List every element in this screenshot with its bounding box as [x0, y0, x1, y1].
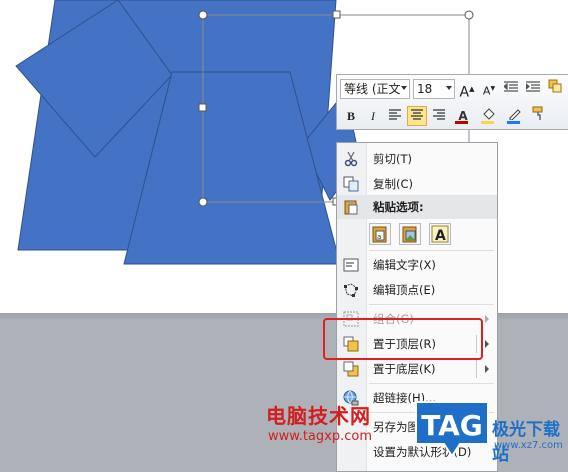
font-color-button[interactable]: A — [451, 106, 475, 126]
submenu-arrow-icon — [485, 340, 489, 348]
menu-separator — [369, 383, 494, 384]
grow-font-button[interactable]: A▲ — [457, 79, 477, 101]
align-left-icon — [389, 109, 401, 120]
shrink-font-button[interactable]: A▼ — [479, 79, 499, 99]
edit-text-icon — [343, 258, 359, 272]
menu-separator — [369, 250, 494, 251]
increase-indent-icon — [525, 81, 540, 92]
submenu-arrow-icon — [485, 365, 489, 373]
fill-color-button[interactable] — [477, 106, 501, 126]
paste-options-header: 粘贴选项: — [337, 195, 497, 219]
submenu-divider — [476, 360, 477, 378]
paste-text-only-icon: A — [431, 225, 449, 244]
paste-keep-source-button[interactable]: a — [369, 223, 391, 245]
shape-style-button[interactable] — [545, 79, 565, 99]
paste-picture-button[interactable] — [399, 223, 421, 245]
font-name-value: 等线 (正文 — [344, 82, 401, 96]
paste-text-only-button[interactable]: A — [429, 223, 451, 245]
decrease-indent-button[interactable] — [501, 79, 521, 99]
format-painter-icon — [532, 106, 543, 120]
svg-text:A: A — [435, 228, 446, 244]
fill-color-bar — [481, 121, 494, 124]
watermark-site-name: 电脑技术网 — [266, 404, 371, 428]
resize-handle-w[interactable] — [198, 103, 207, 112]
paint-bucket-icon — [483, 108, 495, 120]
resize-handle-n[interactable] — [332, 10, 341, 19]
resize-handle-sw[interactable] — [198, 197, 208, 207]
paste-picture-icon — [402, 226, 417, 243]
font-size-value: 18 — [417, 82, 433, 96]
copy-icon — [343, 176, 359, 192]
mini-toolbar: 等线 (正文 18 A▲ A▼ B I A — [336, 74, 568, 130]
resize-handle-nw[interactable] — [198, 10, 208, 20]
menu-item-copy[interactable]: 复制(C) — [337, 172, 497, 196]
watermark-download-url: www.xz7.com — [494, 440, 563, 451]
align-right-button[interactable] — [429, 106, 449, 126]
menu-item-send-to-back-label: 置于底层(K) — [373, 362, 436, 376]
shape-style-icon — [548, 79, 562, 93]
tag-logo: TAG — [415, 401, 489, 458]
menu-item-edit-text[interactable]: 编辑文字(X) — [337, 253, 497, 277]
send-to-back-icon — [343, 361, 359, 377]
outline-color-button[interactable] — [503, 106, 527, 126]
outline-color-bar — [507, 121, 520, 124]
menu-item-cut-label: 剪切(T) — [373, 152, 412, 166]
menu-item-send-to-back[interactable]: 置于底层(K) — [337, 357, 497, 381]
align-center-button[interactable] — [407, 106, 427, 126]
submenu-arrow-icon — [485, 315, 489, 323]
paste-options-label: 粘贴选项: — [373, 200, 424, 214]
menu-separator — [369, 304, 494, 305]
format-painter-button[interactable] — [529, 106, 549, 126]
increase-indent-button[interactable] — [523, 79, 543, 99]
highlight-annotation — [323, 318, 483, 360]
grow-font-label: A — [459, 84, 470, 101]
bold-button[interactable]: B — [341, 106, 361, 126]
font-color-bar — [455, 121, 468, 124]
resize-handle-ne[interactable] — [464, 10, 474, 20]
font-name-select[interactable]: 等线 (正文 — [340, 79, 410, 99]
clipboard-icon — [344, 200, 358, 215]
align-right-icon — [433, 109, 445, 120]
decrease-indent-icon — [503, 81, 518, 92]
menu-item-edit-points-label: 编辑顶点(E) — [373, 283, 436, 297]
edit-points-icon — [344, 283, 358, 297]
watermark-site-url: www.tagxp.com — [268, 429, 372, 444]
pen-icon — [509, 109, 521, 121]
align-left-button[interactable] — [385, 106, 405, 126]
menu-item-edit-points[interactable]: 编辑顶点(E) — [337, 278, 497, 302]
italic-button[interactable]: I — [363, 106, 383, 126]
svg-text:a: a — [377, 233, 381, 241]
tag-logo-text: TAG — [421, 409, 483, 442]
align-center-icon — [411, 109, 423, 120]
italic-label: I — [371, 109, 375, 123]
menu-item-copy-label: 复制(C) — [373, 177, 414, 191]
paste-keep-source-icon: a — [372, 226, 387, 243]
bold-label: B — [346, 109, 355, 123]
menu-item-cut[interactable]: 剪切(T) — [337, 147, 497, 171]
scissors-icon — [344, 151, 358, 167]
font-size-select[interactable]: 18 — [413, 79, 455, 99]
menu-item-edit-text-label: 编辑文字(X) — [373, 258, 436, 272]
